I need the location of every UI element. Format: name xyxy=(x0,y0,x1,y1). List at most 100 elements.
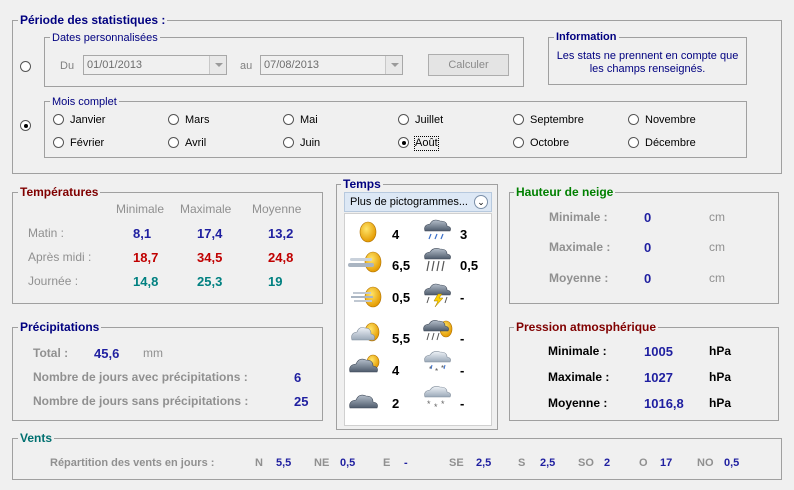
info-line1: Les stats ne prennent en compte que xyxy=(556,50,739,62)
partly-cloudy-icon xyxy=(351,322,380,342)
temps-value: - xyxy=(460,396,465,411)
temps-title: Temps xyxy=(341,177,383,191)
month-label[interactable]: Juillet xyxy=(415,114,443,127)
wind-dir-value: 0,5 xyxy=(724,457,740,469)
temp-apresmidi-min: 18,7 xyxy=(133,250,159,265)
precip-avec-value: 6 xyxy=(294,370,302,385)
temperatures-title: Températures xyxy=(18,185,101,199)
temps-value: 5,5 xyxy=(392,331,411,346)
radio-dates[interactable] xyxy=(20,61,31,72)
wind-dir-label: SE xyxy=(449,457,464,469)
wind-dir-label: NE xyxy=(314,457,330,469)
temp-row-label: Matin : xyxy=(28,226,65,240)
temp-journee-max: 25,3 xyxy=(197,274,223,289)
neige-unit: cm xyxy=(709,210,725,224)
svg-text:*: * xyxy=(441,399,445,409)
temps-value: 3 xyxy=(460,227,468,242)
temp-row-label: Après midi : xyxy=(28,250,92,264)
haze-sun-icon xyxy=(351,286,382,308)
precip-total-label: Total : xyxy=(33,346,69,360)
mois-group xyxy=(44,101,747,158)
pression-moy-value: 1016,8 xyxy=(644,396,684,411)
month-radio-novembre[interactable] xyxy=(628,114,639,125)
temps-value: 4 xyxy=(392,227,400,242)
date-from-value: 01/01/2013 xyxy=(87,59,143,71)
temps-value: - xyxy=(460,290,465,305)
month-label[interactable]: Février xyxy=(70,137,104,150)
month-label[interactable]: Mai xyxy=(300,114,318,127)
month-label[interactable]: Juin xyxy=(300,137,320,150)
month-radio-octobre[interactable] xyxy=(513,137,524,148)
mois-legend: Mois complet xyxy=(50,95,119,109)
month-label[interactable]: Novembre xyxy=(645,114,696,127)
mostly-cloudy-icon xyxy=(349,354,380,373)
month-radio-decembre[interactable] xyxy=(628,137,639,148)
pictogrammes-dropdown-label: Plus de pictogrammes... xyxy=(350,196,468,208)
precip-sans-value: 25 xyxy=(294,394,309,409)
neige-moy-value: 0 xyxy=(644,271,652,286)
temp-header-min: Minimale xyxy=(116,202,165,216)
neige-max-value: 0 xyxy=(644,240,652,255)
temps-value: - xyxy=(460,363,465,378)
to-label: au xyxy=(240,60,253,72)
temps-value: 4 xyxy=(392,363,400,378)
pression-row-label: Maximale : xyxy=(548,370,610,384)
pression-row-label: Moyenne : xyxy=(548,396,608,410)
from-label: Du xyxy=(60,60,75,72)
neige-unit: cm xyxy=(709,271,725,285)
pression-max-value: 1027 xyxy=(644,370,673,385)
wind-dir-value: - xyxy=(404,457,408,469)
chevron-down-icon[interactable]: ⌄ xyxy=(474,195,488,209)
pression-title: Pression atmosphérique xyxy=(514,320,659,334)
month-radio-fevrier[interactable] xyxy=(53,137,64,148)
temp-apresmidi-max: 34,5 xyxy=(197,250,223,265)
month-label[interactable]: Octobre xyxy=(530,137,569,150)
chevron-down-icon[interactable] xyxy=(385,56,402,74)
month-label[interactable]: Mars xyxy=(185,114,209,127)
month-label[interactable]: Avril xyxy=(185,137,206,150)
month-radio-aout[interactable] xyxy=(398,137,409,148)
chevron-down-icon[interactable] xyxy=(209,56,226,74)
sun-shower-icon xyxy=(423,320,453,341)
temp-journee-moy: 19 xyxy=(268,274,283,289)
wind-dir-label: N xyxy=(255,457,263,469)
wind-dir-label: SO xyxy=(578,457,594,469)
temps-value: 0,5 xyxy=(460,258,479,273)
pression-unit: hPa xyxy=(709,344,732,358)
month-radio-mars[interactable] xyxy=(168,114,179,125)
vents-label: Répartition des vents en jours : xyxy=(50,457,215,469)
month-radio-juin[interactable] xyxy=(283,137,294,148)
month-radio-janvier[interactable] xyxy=(53,114,64,125)
month-label[interactable]: Septembre xyxy=(530,114,584,127)
month-label[interactable]: Janvier xyxy=(70,114,105,127)
wind-dir-value: 2,5 xyxy=(476,457,492,469)
month-label-selected[interactable]: Août xyxy=(414,136,439,151)
pictogrammes-dropdown[interactable]: Plus de pictogrammes... ⌄ xyxy=(344,192,492,212)
date-from-combo[interactable]: 01/01/2013 xyxy=(83,55,227,75)
wind-dir-value: 0,5 xyxy=(340,457,356,469)
precip-sans-label: Nombre de jours sans précipitations : xyxy=(33,394,249,408)
month-radio-septembre[interactable] xyxy=(513,114,524,125)
heavy-rain-icon xyxy=(424,248,451,272)
month-radio-juillet[interactable] xyxy=(398,114,409,125)
date-to-combo[interactable]: 07/08/2013 xyxy=(260,55,403,75)
month-radio-avril[interactable] xyxy=(168,137,179,148)
precip-total-unit: mm xyxy=(143,346,163,360)
temp-header-moy: Moyenne xyxy=(252,202,302,216)
month-radio-mai[interactable] xyxy=(283,114,294,125)
precipitations-title: Précipitations xyxy=(18,320,102,334)
info-line2: les champs renseignés. xyxy=(589,63,706,75)
wind-dir-label: NO xyxy=(697,457,714,469)
radio-mois[interactable] xyxy=(20,120,31,131)
snow-icon: * * * xyxy=(424,386,451,411)
sleet-icon: * * * xyxy=(424,351,451,376)
neige-unit: cm xyxy=(709,240,725,254)
neige-min-value: 0 xyxy=(644,210,652,225)
svg-text:*: * xyxy=(435,367,438,376)
wind-dir-value: 2,5 xyxy=(540,457,556,469)
month-label[interactable]: Décembre xyxy=(645,137,696,150)
calculer-button[interactable]: Calculer xyxy=(428,54,509,76)
wind-dir-value: 2 xyxy=(604,457,611,469)
svg-text:*: * xyxy=(427,399,431,409)
sun-fog-icon xyxy=(348,251,382,273)
